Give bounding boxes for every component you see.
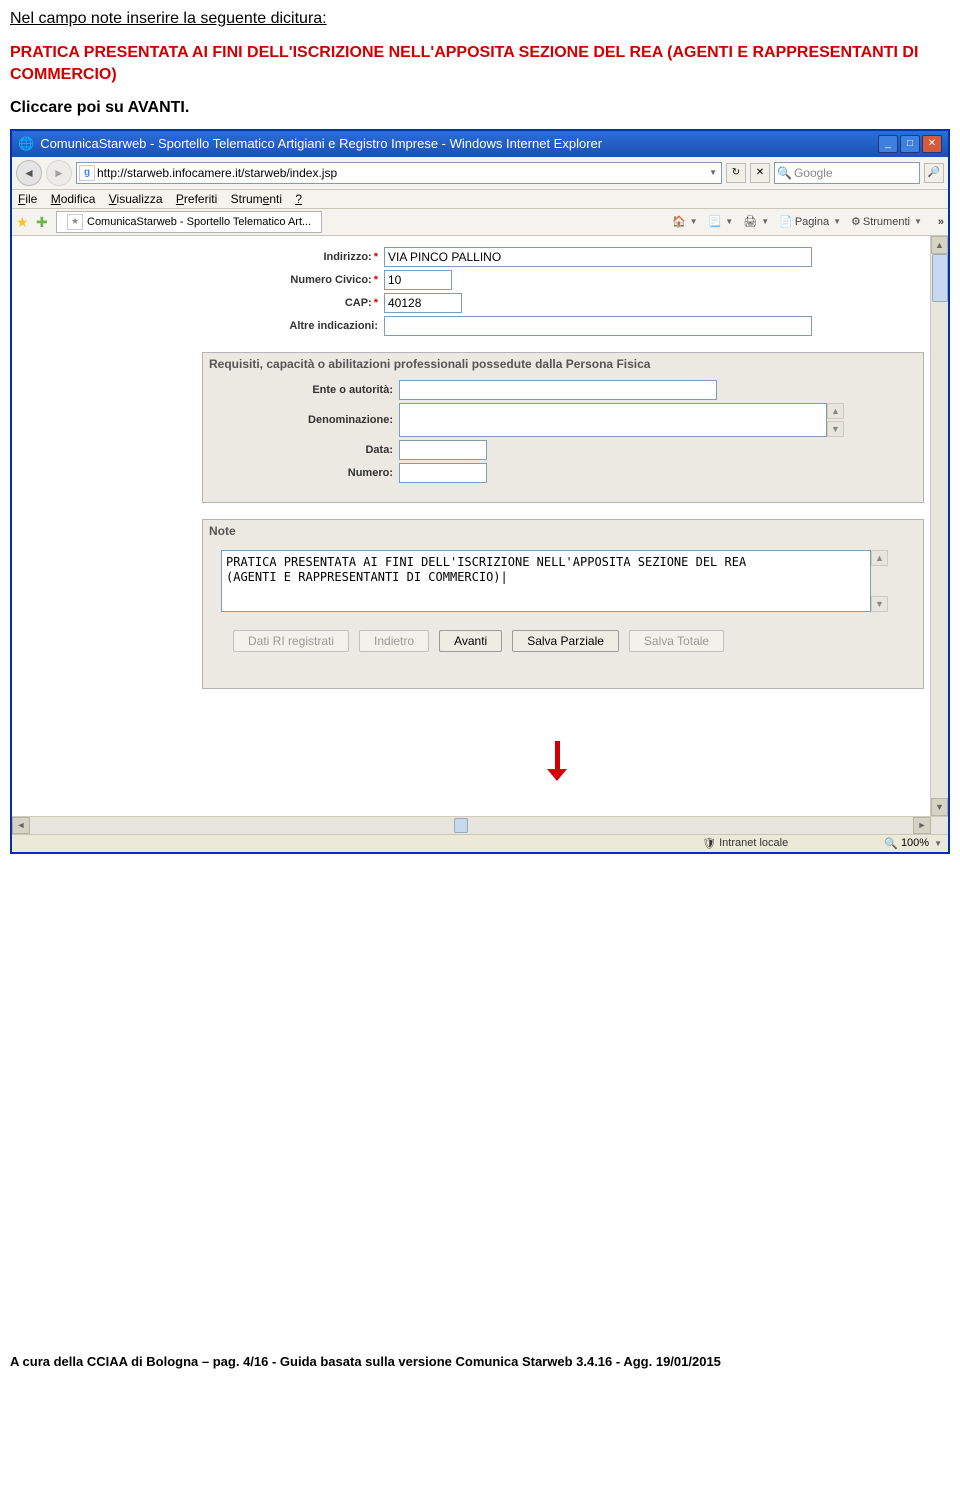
doc-red-instruction: PRATICA PRESENTATA AI FINI DELL'ISCRIZIO…	[10, 42, 950, 87]
menu-strumenti[interactable]: Strumenti	[231, 192, 282, 206]
page-footer: A cura della CCIAA di Bologna – pag. 4/1…	[10, 1354, 950, 1369]
google-favicon: g	[79, 165, 95, 181]
maximize-button[interactable]: □	[900, 135, 920, 153]
input-ente[interactable]	[399, 380, 717, 400]
button-salva-parziale[interactable]: Salva Parziale	[512, 630, 619, 652]
favorites-star-icon[interactable]: ★	[16, 214, 32, 230]
group-title-requisiti: Requisiti, capacità o abilitazioni profe…	[207, 355, 919, 377]
feeds-dropdown[interactable]: 📃▼	[708, 215, 736, 228]
group-requisiti: Requisiti, capacità o abilitazioni profe…	[202, 352, 924, 503]
label-ente: Ente o autorità:	[207, 384, 399, 396]
label-numero: Numero:	[207, 467, 399, 479]
menu-file[interactable]: File	[18, 192, 37, 206]
input-cap[interactable]	[384, 293, 462, 313]
forward-button[interactable]: ►	[46, 160, 72, 186]
scroll-left-icon[interactable]: ◄	[12, 817, 30, 834]
tools-dropdown[interactable]: ⚙ Strumenti▼	[851, 215, 924, 228]
scroll-down-icon[interactable]: ▼	[827, 421, 844, 437]
chevron-right-icon[interactable]: »	[932, 216, 944, 228]
menu-bar: File Modifica Visualizza Preferiti Strum…	[12, 190, 948, 209]
shield-icon: 🛡	[702, 837, 716, 850]
page-dropdown[interactable]: 📄 Pagina▼	[779, 215, 843, 228]
scroll-up-icon[interactable]: ▲	[827, 403, 844, 419]
add-favorite-icon[interactable]: ✚	[36, 214, 52, 230]
app-icon: 🌐	[18, 136, 34, 152]
input-civico[interactable]	[384, 270, 452, 290]
screenshot-frame: 🌐 ComunicaStarweb - Sportello Telematico…	[10, 129, 950, 854]
close-button[interactable]: ✕	[922, 135, 942, 153]
window-title-bar: 🌐 ComunicaStarweb - Sportello Telematico…	[12, 131, 948, 157]
print-dropdown[interactable]: 🖨▼	[743, 215, 771, 228]
label-altre: Altre indicazioni:	[192, 320, 384, 332]
button-avanti[interactable]: Avanti	[439, 630, 502, 652]
home-dropdown[interactable]: 🏠▼	[672, 215, 700, 228]
button-salva-totale: Salva Totale	[629, 630, 724, 652]
input-data[interactable]	[399, 440, 487, 460]
annotation-arrow	[547, 741, 567, 781]
search-placeholder: Google	[794, 166, 833, 180]
label-civico: Numero Civico:*	[192, 274, 384, 286]
group-note: Note ▲ ▼ Dati RI registrati Indietro Avan…	[202, 519, 924, 689]
zoom-value: 100%	[901, 837, 929, 849]
tab-bar: ★ ✚ ★ ComunicaStarweb - Sportello Telema…	[12, 209, 948, 236]
menu-preferiti[interactable]: Preferiti	[176, 192, 217, 206]
chevron-down-icon[interactable]: ▼	[932, 839, 944, 848]
status-bar: 🛡 Intranet locale 🔍 100% ▼	[12, 834, 948, 852]
group-title-note: Note	[207, 522, 919, 544]
active-tab[interactable]: ★ ComunicaStarweb - Sportello Telematico…	[56, 211, 322, 233]
address-bar[interactable]: g http://starweb.infocamere.it/starweb/i…	[76, 162, 722, 184]
chevron-down-icon[interactable]: ▼	[707, 168, 719, 177]
search-go-button[interactable]: 🔎	[924, 163, 944, 183]
input-indirizzo[interactable]	[384, 247, 812, 267]
label-cap: CAP:*	[192, 297, 384, 309]
search-icon: 🔍	[777, 166, 792, 180]
label-indirizzo: Indirizzo:*	[192, 251, 384, 263]
textarea-note[interactable]	[221, 550, 871, 612]
tab-favicon: ★	[67, 214, 83, 230]
tab-title: ComunicaStarweb - Sportello Telematico A…	[87, 216, 311, 228]
search-box[interactable]: 🔍 Google	[774, 162, 920, 184]
menu-visualizza[interactable]: Visualizza	[109, 192, 163, 206]
status-zone-text: Intranet locale	[719, 837, 788, 849]
input-denominazione[interactable]	[399, 403, 827, 437]
vertical-scrollbar[interactable]	[930, 236, 948, 816]
scroll-down-icon[interactable]: ▼	[871, 596, 888, 612]
input-altre[interactable]	[384, 316, 812, 336]
refresh-button[interactable]: ↻	[726, 163, 746, 183]
horizontal-scrollbar[interactable]: ◄ ►	[12, 816, 948, 834]
zoom-icon: 🔍	[884, 837, 898, 850]
button-dati-ri: Dati RI registrati	[233, 630, 349, 652]
content-area: Indirizzo:* Numero Civico:* CAP:* Altre …	[12, 236, 948, 816]
label-denom: Denominazione:	[207, 414, 399, 426]
doc-black-instruction: Cliccare poi su AVANTI.	[10, 99, 950, 117]
doc-heading: Nel campo note inserire la seguente dici…	[10, 10, 950, 28]
stop-button[interactable]: ✕	[750, 163, 770, 183]
minimize-button[interactable]: _	[878, 135, 898, 153]
back-button[interactable]: ◄	[16, 160, 42, 186]
window-title: ComunicaStarweb - Sportello Telematico A…	[40, 136, 602, 151]
menu-modifica[interactable]: Modifica	[51, 192, 96, 206]
nav-toolbar: ◄ ► g http://starweb.infocamere.it/starw…	[12, 157, 948, 190]
menu-help[interactable]: ?	[295, 192, 302, 206]
label-data: Data:	[207, 444, 399, 456]
button-indietro: Indietro	[359, 630, 429, 652]
scroll-right-icon[interactable]: ►	[913, 817, 931, 834]
url-text: http://starweb.infocamere.it/starweb/ind…	[97, 166, 705, 180]
input-numero[interactable]	[399, 463, 487, 483]
scroll-up-icon[interactable]: ▲	[871, 550, 888, 566]
